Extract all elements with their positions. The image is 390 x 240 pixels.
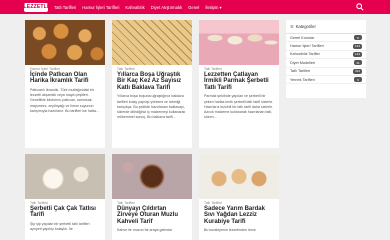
category-count-badge: 8 [354, 35, 362, 41]
nav-item-diyet[interactable]: Diyet Atıştırmalık [151, 5, 182, 10]
category-item[interactable]: Yemek Tarifleri 9 [286, 76, 366, 85]
post-image[interactable] [112, 154, 192, 199]
category-item[interactable]: Genel Konular 8 [286, 34, 366, 43]
category-item[interactable]: Tatlı Tarifleri 314 [286, 68, 366, 76]
category-label[interactable]: Tatlı Tarifleri [290, 69, 310, 73]
post-card[interactable]: Tatlı Tarifleri Şerbetli Çak Çak Tatlısı… [25, 154, 105, 240]
site-logo-text: LEZZETLİ [23, 4, 49, 10]
post-excerpt: Yıllarca boşa boşuna uğraştığınız baklav… [117, 94, 186, 120]
nav-item-hamur[interactable]: Hamur İşleri Tarifleri [82, 5, 119, 10]
category-count-badge: 143 [352, 43, 362, 49]
post-card[interactable]: Tatlı Tarifleri Dünyayı Çıldırtan Zirvey… [112, 154, 192, 240]
category-label[interactable]: Yemek Tarifleri [290, 78, 315, 82]
category-item[interactable]: Kahvaltılık Tarifler 123 [286, 51, 366, 60]
category-label[interactable]: Diyet Modelleri [290, 61, 315, 65]
top-navbar: LEZZETLİ Tatlı Tarifleri Hamur İşleri Ta… [0, 0, 390, 14]
category-label[interactable]: Kahvaltılık Tarifler [290, 52, 320, 56]
category-label[interactable]: Genel Konular [290, 36, 314, 40]
post-excerpt: Kahve ile muzun bir araya gelmesi [117, 228, 172, 233]
post-excerpt: Patlıcanlı İkramlık. Türk mutfağındaki b… [30, 87, 99, 113]
category-count-badge: 9 [354, 77, 362, 83]
post-card[interactable]: Tatlı Tarifleri Sadece Yarım Bardak Sıvı… [199, 154, 279, 240]
list-icon: ☰ [290, 24, 294, 29]
category-count-badge: 31 [354, 60, 362, 66]
post-image[interactable] [199, 154, 279, 199]
post-excerpt: Bu kurabiyenin lezzetinden önce [204, 228, 256, 233]
categories-header: ☰ Kategoriler [286, 20, 366, 34]
post-title[interactable]: İçinde Patlıcan Olan Harika İkramlık Tar… [25, 71, 105, 85]
category-item[interactable]: Hamur İşleri Tarifleri 143 [286, 42, 366, 51]
post-title[interactable]: Yıllarca Boşa Uğraştık Bir Kaç Kez Az Sa… [112, 71, 192, 91]
nav-item-tatli[interactable]: Tatlı Tarifleri [54, 5, 76, 10]
nav-item-genel[interactable]: Genel [188, 5, 199, 10]
search-icon[interactable] [356, 3, 364, 11]
categories-widget: ☰ Kategoriler Genel Konular 8 Hamur İşler… [286, 20, 366, 98]
category-label[interactable]: Hamur İşleri Tarifleri [290, 44, 324, 48]
post-image[interactable] [199, 20, 279, 65]
post-excerpt: Şip şip yapılan bir şerbetli tatlı tarif… [30, 221, 90, 232]
post-image[interactable] [25, 154, 105, 199]
post-card[interactable]: Tatlı Tarifleri Yıllarca Boşa Uğraştık B… [112, 20, 192, 148]
nav-item-iletisim[interactable]: İletişim ▾ [205, 5, 221, 10]
post-excerpt: Parmak şekilnde yapılan ve şerbetli bir … [204, 94, 274, 120]
post-title[interactable]: Sadece Yarım Bardak Sıvı Yağdan Lezziz K… [199, 205, 279, 225]
category-count-badge: 314 [352, 68, 362, 74]
category-item[interactable]: Diyet Modelleri 31 [286, 59, 366, 68]
post-title[interactable]: Şerbetli Çak Çak Tatlısı Tarifi [25, 205, 105, 219]
post-title[interactable]: Lezzetten Çatlayan İrmikli Parmak Şerbet… [199, 71, 279, 91]
post-card[interactable]: Hamur İşleri Tarifleri İçinde Patlıcan O… [25, 20, 105, 148]
post-card[interactable]: Tatlı Tarifleri Lezzetten Çatlayan İrmik… [199, 20, 279, 148]
categories-title: Kategoriler [295, 24, 316, 29]
category-count-badge: 123 [352, 51, 362, 57]
post-title[interactable]: Dünyayı Çıldırtan Zirveye Oturan Muzlu K… [112, 205, 192, 225]
post-image[interactable] [25, 20, 105, 65]
nav-item-kahvaltilik[interactable]: Kahvaltılık [125, 5, 144, 10]
site-logo[interactable]: LEZZETLİ [23, 2, 49, 12]
post-image[interactable] [112, 20, 192, 65]
